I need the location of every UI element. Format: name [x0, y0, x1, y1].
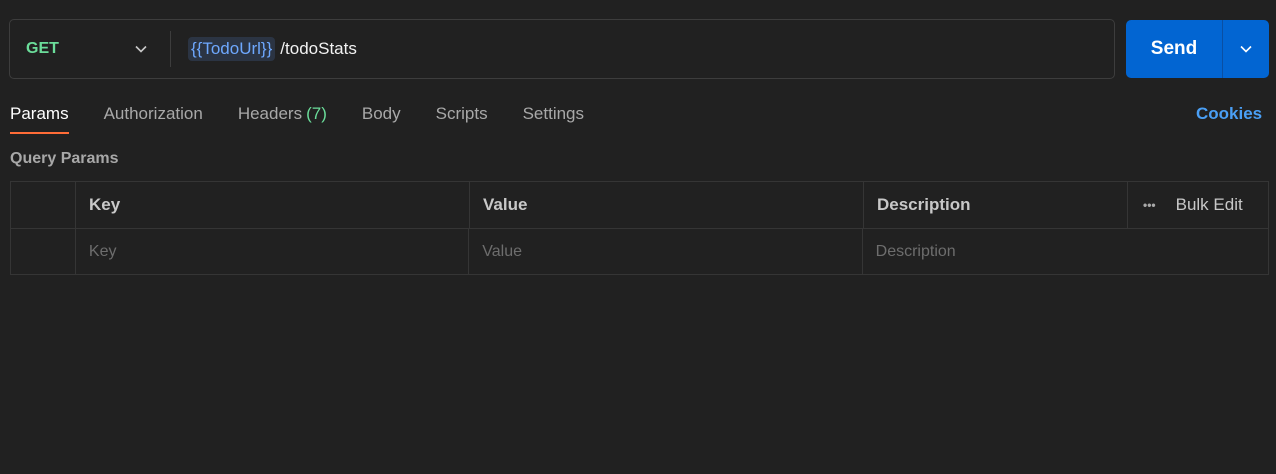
tab-params[interactable]: Params	[10, 98, 69, 134]
key-input[interactable]: Key	[74, 229, 468, 274]
url-path-text: /todoStats	[280, 39, 357, 58]
cookies-link[interactable]: Cookies	[1196, 104, 1262, 124]
request-url-bar: GET {{TodoUrl}} /todoStats	[9, 19, 1115, 79]
table-actions: ••• Bulk Edit	[1127, 182, 1268, 228]
request-tabs: Params Authorization Headers (7) Body Scr…	[10, 98, 619, 134]
chevron-down-icon	[1240, 40, 1252, 58]
method-label: GET	[26, 40, 59, 57]
chevron-down-icon	[134, 42, 148, 56]
column-header-description: Description	[863, 182, 1127, 228]
value-input[interactable]: Value	[468, 229, 861, 274]
send-button-group: Send	[1126, 20, 1269, 78]
description-input[interactable]: Description	[861, 229, 1268, 274]
more-options-icon[interactable]: •••	[1143, 198, 1156, 212]
checkbox-column-header	[11, 182, 75, 228]
url-input[interactable]: {{TodoUrl}} /todoStats	[171, 20, 1114, 78]
table-header-row: Key Value Description ••• Bulk Edit	[11, 182, 1268, 228]
bulk-edit-button[interactable]: Bulk Edit	[1176, 195, 1243, 215]
headers-count-badge: (7)	[306, 104, 327, 123]
send-button[interactable]: Send	[1126, 20, 1222, 78]
tab-headers[interactable]: Headers (7)	[238, 98, 327, 134]
query-params-table: Key Value Description ••• Bulk Edit Key …	[10, 181, 1269, 275]
method-dropdown[interactable]: GET	[10, 20, 170, 78]
tab-body[interactable]: Body	[362, 98, 401, 134]
tab-settings[interactable]: Settings	[523, 98, 584, 134]
column-header-key: Key	[75, 182, 469, 228]
query-params-title: Query Params	[10, 150, 119, 167]
column-header-value: Value	[469, 182, 863, 228]
tab-scripts[interactable]: Scripts	[436, 98, 488, 134]
row-checkbox-cell	[11, 229, 75, 274]
url-variable-token[interactable]: {{TodoUrl}}	[188, 37, 276, 61]
tab-authorization[interactable]: Authorization	[104, 98, 203, 134]
table-row: Key Value Description	[11, 228, 1268, 274]
send-options-dropdown[interactable]	[1223, 20, 1269, 78]
